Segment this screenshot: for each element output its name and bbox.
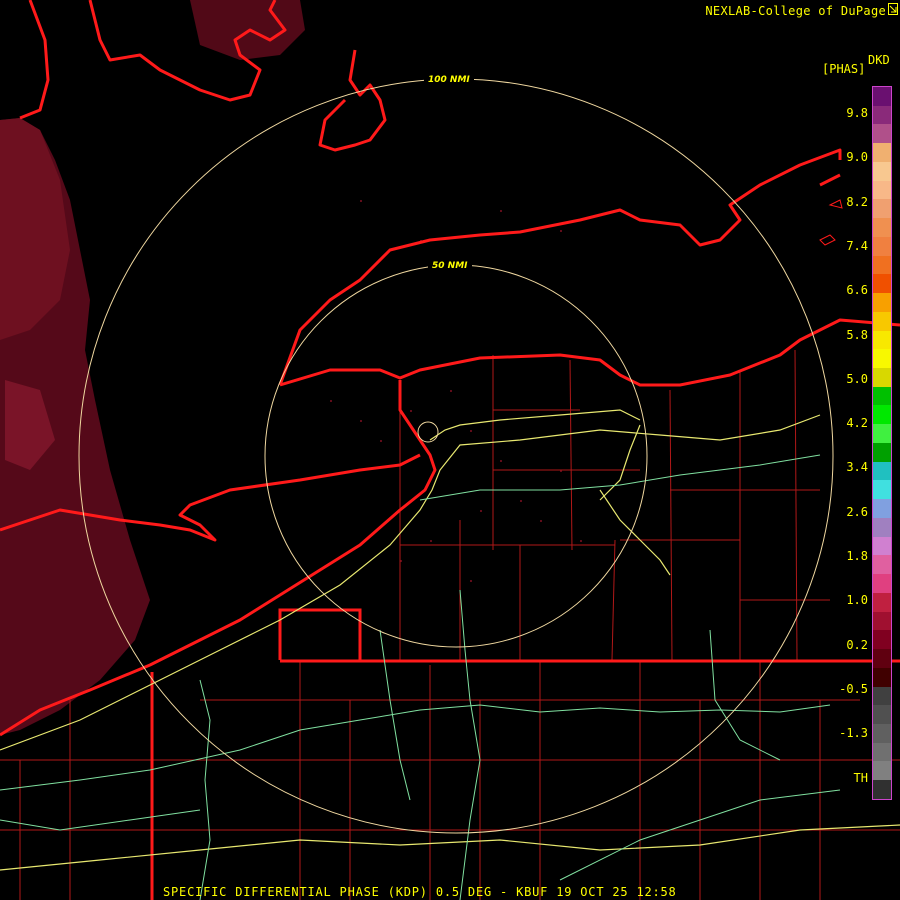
legend-swatch — [873, 649, 891, 668]
legend-tick-label: 1.0 — [846, 593, 868, 608]
legend-swatch — [873, 424, 891, 443]
legend-tick-label: 8.2 — [846, 194, 868, 209]
legend-tick-label: 9.8 — [846, 106, 868, 120]
legend-tick-label: 1.8 — [846, 549, 868, 563]
color-scale-bar — [872, 86, 892, 800]
legend-swatch — [873, 311, 891, 331]
legend-tick-label: 5.8 — [846, 327, 868, 342]
legend-swatch — [873, 780, 891, 799]
legend-swatch — [873, 236, 891, 256]
legend-tick-label: 0.2 — [846, 637, 868, 652]
legend-tick-label: -1.3 — [839, 726, 868, 741]
legend-swatch — [873, 330, 891, 350]
legend-swatch — [873, 723, 891, 743]
radar-site-marker — [417, 421, 439, 443]
range-rings — [78, 78, 834, 834]
legend-swatch — [873, 742, 891, 762]
legend-product: DKD — [868, 53, 890, 67]
legend-swatch — [873, 592, 891, 612]
radar-speckle — [330, 200, 582, 582]
radar-echoes — [0, 0, 305, 735]
range-ring-label-50: 50 NMI — [432, 261, 468, 271]
legend-swatch — [873, 705, 891, 724]
legend-swatch — [873, 442, 891, 462]
legend-swatch — [873, 480, 891, 500]
legend-tick-label: -0.5 — [839, 681, 868, 696]
legend-tick-label: 3.4 — [846, 460, 868, 475]
legend-swatch — [873, 611, 891, 631]
legend-swatch — [873, 536, 891, 556]
legend-swatch — [873, 105, 891, 125]
range-ring-label-100: 100 NMI — [428, 75, 470, 85]
legend-swatch — [873, 274, 891, 294]
product-caption: SPECIFIC DIFFERENTIAL PHASE (KDP) 0.5 DE… — [163, 885, 677, 899]
legend-swatch — [873, 199, 891, 219]
legend-tick-label: 9.0 — [846, 150, 868, 165]
legend-swatch — [873, 574, 891, 593]
state-boundary — [150, 608, 900, 900]
legend-swatch — [873, 368, 891, 387]
radar-map: 100 NMI 50 NMI — [0, 0, 900, 900]
legend-swatch — [873, 761, 891, 781]
legend-swatch — [873, 499, 891, 518]
legend-tick-label: 5.0 — [846, 371, 868, 386]
legend-swatch — [873, 386, 891, 406]
legend-swatch — [873, 667, 891, 687]
legend-swatch — [873, 180, 891, 200]
legend-swatch — [873, 517, 891, 537]
legend-swatch — [873, 293, 891, 312]
legend-swatch — [873, 143, 891, 162]
legend-swatch — [873, 349, 891, 369]
legend-swatch — [873, 255, 891, 275]
range-ring-50nmi — [264, 264, 648, 648]
islands — [819, 199, 843, 246]
legend-swatch — [873, 630, 891, 650]
legend-tick-label: 6.6 — [846, 283, 868, 298]
legend-swatch — [873, 161, 891, 181]
legend-units: [PHAS] — [822, 62, 866, 76]
legend-swatch — [873, 87, 891, 106]
legend-swatch — [873, 555, 891, 575]
legend-swatch — [873, 686, 891, 706]
legend-tick-label: 7.4 — [846, 238, 868, 253]
legend-tick-label: TH — [853, 770, 868, 785]
arrow-icon — [888, 3, 898, 15]
legend-swatch — [873, 461, 891, 481]
credit-text: NEXLAB-College of DuPage — [705, 4, 886, 18]
legend-swatch — [873, 405, 891, 425]
range-ring-100nmi — [78, 78, 834, 834]
legend-swatch — [873, 218, 891, 237]
legend-tick-label: 2.6 — [846, 504, 868, 519]
legend-swatch — [873, 124, 891, 144]
legend-tick-label: 4.2 — [846, 416, 868, 431]
